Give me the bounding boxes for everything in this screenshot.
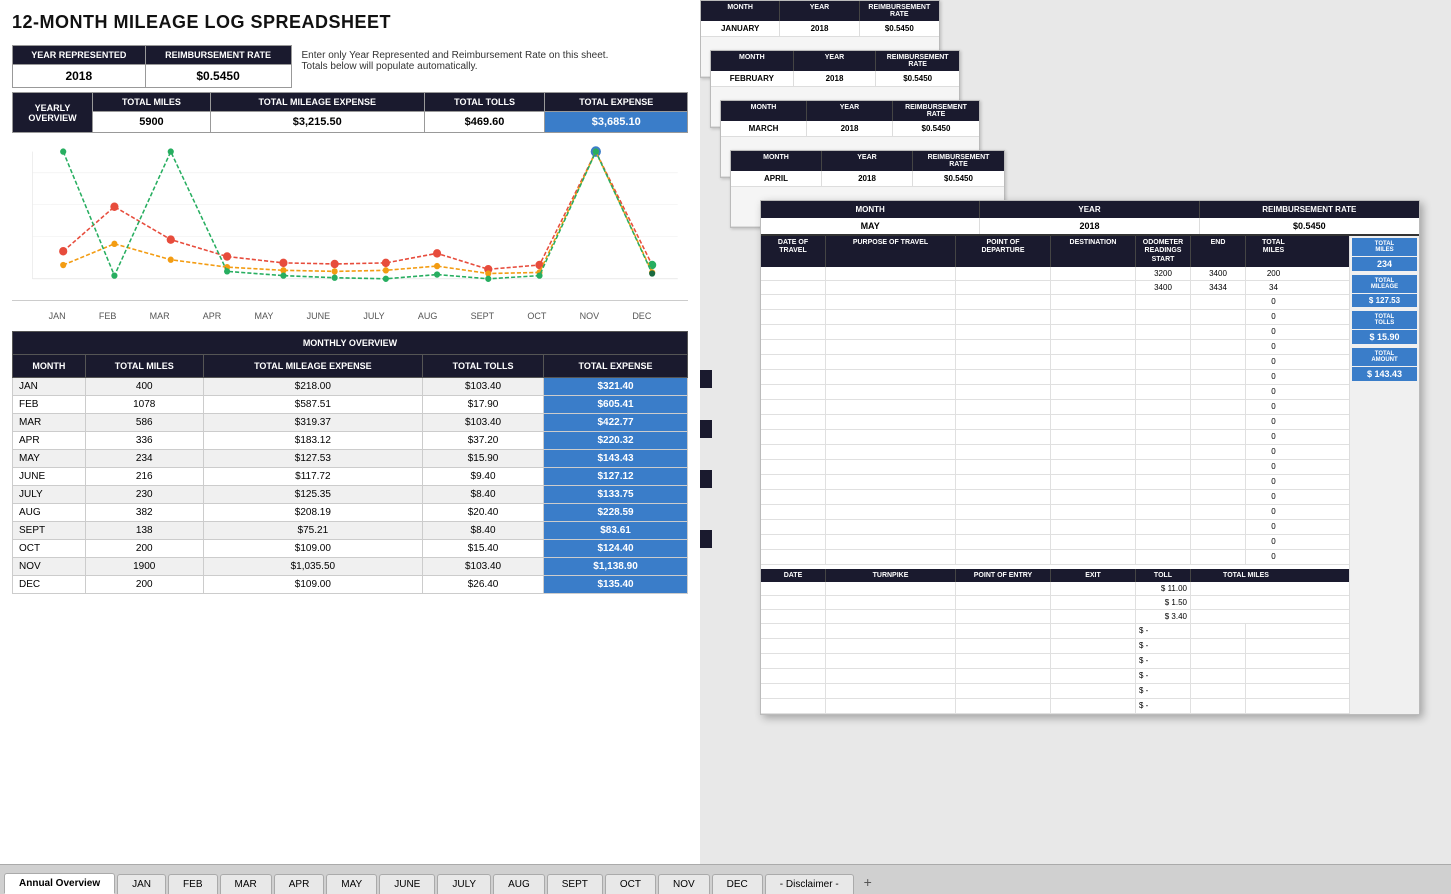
col-total-total: TOTAL EXPENSE bbox=[544, 355, 688, 378]
tab-add-button[interactable]: + bbox=[856, 870, 880, 894]
monthly-overview-title: MONTHLY OVERVIEW bbox=[13, 332, 688, 355]
rate-value[interactable]: $0.5450 bbox=[145, 65, 291, 88]
stacked-sheets-panel: MONTH YEAR REIMBURSEMENT RATE JANUARY 20… bbox=[700, 0, 1451, 864]
empty-travel-row: 0 bbox=[761, 535, 1349, 550]
may-travel-table: DATE OFTRAVEL PURPOSE OF TRAVEL POINT OF… bbox=[761, 236, 1349, 714]
tab-aug[interactable]: AUG bbox=[493, 874, 545, 894]
tab-nov[interactable]: NOV bbox=[658, 874, 710, 894]
empty-travel-row: 0 bbox=[761, 370, 1349, 385]
toll-header-row: DATE TURNPIKE POINT OF ENTRY EXIT TOLL T… bbox=[761, 569, 1349, 582]
monthly-overview-table: MONTHLY OVERVIEW MONTH TOTAL MILES TOTAL… bbox=[12, 331, 688, 594]
col-total-miles: TOTAL MILES bbox=[85, 355, 203, 378]
yearly-miles: 5900 bbox=[93, 112, 211, 133]
empty-travel-row: 0 bbox=[761, 310, 1349, 325]
yearly-expense: $3,215.50 bbox=[210, 112, 424, 133]
tab-indicator-4 bbox=[700, 530, 712, 548]
col-miles-header: TOTAL MILES bbox=[93, 93, 211, 112]
empty-travel-row: 0 bbox=[761, 325, 1349, 340]
travel-data-row-2: 3400 3434 34 bbox=[761, 281, 1349, 295]
may-values: MAY 2018 $0.5450 bbox=[761, 218, 1419, 236]
empty-travel-row: 0 bbox=[761, 355, 1349, 370]
empty-travel-row: 0 bbox=[761, 520, 1349, 535]
tab-june[interactable]: JUNE bbox=[379, 874, 435, 894]
table-row: MAR 586 $319.37 $103.40 $422.77 bbox=[13, 414, 688, 432]
table-row: OCT 200 $109.00 $15.40 $124.40 bbox=[13, 540, 688, 558]
tab---disclaimer--[interactable]: - Disclaimer - bbox=[765, 874, 854, 894]
table-row: DEC 200 $109.00 $26.40 $135.40 bbox=[13, 576, 688, 594]
table-row: NOV 1900 $1,035.50 $103.40 $1,138.90 bbox=[13, 558, 688, 576]
year-value[interactable]: 2018 bbox=[13, 65, 146, 88]
tab-feb[interactable]: FEB bbox=[168, 874, 217, 894]
tabs-container[interactable]: Annual OverviewJANFEBMARAPRMAYJUNEJULYAU… bbox=[4, 865, 856, 894]
summary-boxes: TOTALMILES 234 TOTALMILEAGE $ 127.53 TOT… bbox=[1349, 236, 1419, 714]
empty-toll-row: $ - bbox=[761, 654, 1349, 669]
mileage-chart bbox=[12, 141, 688, 301]
empty-travel-row: 0 bbox=[761, 490, 1349, 505]
empty-travel-row: 0 bbox=[761, 340, 1349, 355]
tab-annual-overview[interactable]: Annual Overview bbox=[4, 873, 115, 894]
toll-row-3: $ 3.40 bbox=[761, 610, 1349, 624]
table-row: APR 336 $183.12 $37.20 $220.32 bbox=[13, 432, 688, 450]
travel-header-row: DATE OFTRAVEL PURPOSE OF TRAVEL POINT OF… bbox=[761, 236, 1349, 267]
empty-travel-row: 0 bbox=[761, 415, 1349, 430]
table-row: AUG 382 $208.19 $20.40 $228.59 bbox=[13, 504, 688, 522]
may-sheet: MONTH YEAR REIMBURSEMENT RATE MAY 2018 $… bbox=[760, 200, 1420, 715]
empty-toll-rows: $ -$ -$ -$ -$ -$ - bbox=[761, 624, 1349, 714]
empty-travel-rows: 000000000000000000 bbox=[761, 295, 1349, 565]
col-total-tolls: TOTAL TOLLS bbox=[423, 355, 544, 378]
tab-jan[interactable]: JAN bbox=[117, 874, 166, 894]
travel-data-row-1: 3200 3400 200 bbox=[761, 267, 1349, 281]
tab-apr[interactable]: APR bbox=[274, 874, 325, 894]
col-expense-header: TOTAL MILEAGE EXPENSE bbox=[210, 93, 424, 112]
empty-travel-row: 0 bbox=[761, 430, 1349, 445]
may-header: MONTH YEAR REIMBURSEMENT RATE bbox=[761, 201, 1419, 218]
rate-label: REIMBURSEMENT RATE bbox=[145, 46, 291, 65]
empty-travel-row: 0 bbox=[761, 505, 1349, 520]
tab-may[interactable]: MAY bbox=[326, 874, 377, 894]
table-row: JAN 400 $218.00 $103.40 $321.40 bbox=[13, 378, 688, 396]
tab-oct[interactable]: OCT bbox=[605, 874, 656, 894]
empty-travel-row: 0 bbox=[761, 295, 1349, 310]
tab-sept[interactable]: SEPT bbox=[547, 874, 603, 894]
instructions: Enter only Year Represented and Reimburs… bbox=[291, 46, 688, 88]
table-row: FEB 1078 $587.51 $17.90 $605.41 bbox=[13, 396, 688, 414]
empty-travel-row: 0 bbox=[761, 550, 1349, 565]
tab-indicator-3 bbox=[700, 470, 712, 488]
toll-row-2: $ 1.50 bbox=[761, 596, 1349, 610]
may-travel-section: DATE OFTRAVEL PURPOSE OF TRAVEL POINT OF… bbox=[761, 236, 1419, 714]
toll-row-1: $ 11.00 bbox=[761, 582, 1349, 596]
empty-toll-row: $ - bbox=[761, 669, 1349, 684]
empty-travel-row: 0 bbox=[761, 460, 1349, 475]
empty-travel-row: 0 bbox=[761, 385, 1349, 400]
tab-bar: Annual OverviewJANFEBMARAPRMAYJUNEJULYAU… bbox=[0, 864, 1451, 894]
empty-travel-row: 0 bbox=[761, 445, 1349, 460]
yearly-total: $3,685.10 bbox=[545, 112, 688, 133]
table-row: JULY 230 $125.35 $8.40 $133.75 bbox=[13, 486, 688, 504]
empty-toll-row: $ - bbox=[761, 699, 1349, 714]
table-row: MAY 234 $127.53 $15.90 $143.43 bbox=[13, 450, 688, 468]
tab-july[interactable]: JULY bbox=[437, 874, 491, 894]
tab-dec[interactable]: DEC bbox=[712, 874, 763, 894]
tab-indicator-2 bbox=[700, 420, 712, 438]
chart-month-labels: JAN FEB MAR APR MAY JUNE JULY AUG SEPT O… bbox=[12, 309, 688, 323]
col-total-expense: TOTAL MILEAGE EXPENSE bbox=[203, 355, 422, 378]
col-tolls-header: TOTAL TOLLS bbox=[424, 93, 545, 112]
table-row: SEPT 138 $75.21 $8.40 $83.61 bbox=[13, 522, 688, 540]
empty-toll-row: $ - bbox=[761, 624, 1349, 639]
yearly-tolls: $469.60 bbox=[424, 112, 545, 133]
year-label: YEAR REPRESENTED bbox=[13, 46, 146, 65]
tab-mar[interactable]: MAR bbox=[220, 874, 272, 894]
col-month: MONTH bbox=[13, 355, 86, 378]
empty-travel-row: 0 bbox=[761, 475, 1349, 490]
yearly-overview-label: YEARLYOVERVIEW bbox=[13, 93, 93, 133]
tab-indicator-1 bbox=[700, 370, 712, 388]
table-row: JUNE 216 $117.72 $9.40 $127.12 bbox=[13, 468, 688, 486]
col-total-header: TOTAL EXPENSE bbox=[545, 93, 688, 112]
empty-toll-row: $ - bbox=[761, 639, 1349, 654]
page-title: 12-MONTH MILEAGE LOG SPREADSHEET bbox=[12, 12, 688, 33]
empty-travel-row: 0 bbox=[761, 400, 1349, 415]
empty-toll-row: $ - bbox=[761, 684, 1349, 699]
